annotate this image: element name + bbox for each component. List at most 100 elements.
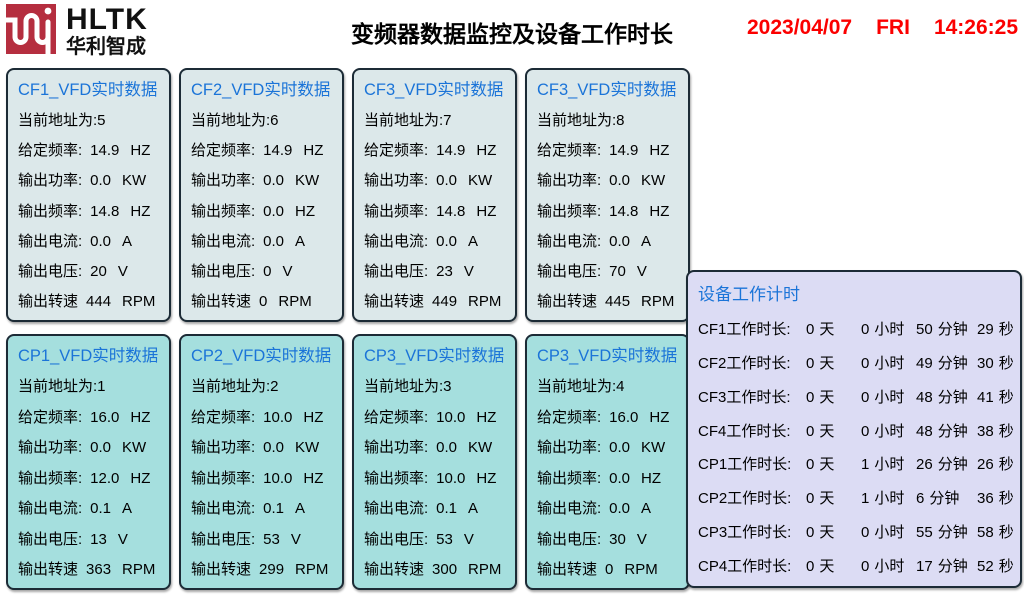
row-unit: RPM [295,561,328,578]
row-unit: A [468,233,478,250]
timer-seconds: 36秒 [977,487,1016,508]
row-label: 输出电流: [364,497,428,518]
data-row: 输出转速299RPM [191,558,333,579]
row-value: 300 [432,561,457,578]
timer-row-cp1: CP1工作时长: 0天 1小时 26分钟 26秒 [698,453,1016,474]
row-label: 输出转速 [364,290,424,311]
row-label: 输出转速 [364,558,424,579]
row-label: 输出频率: [537,467,601,488]
timer-minutes: 6分钟 [916,487,977,508]
row-value: 0.0 [90,233,111,250]
data-row: 输出频率:14.8HZ [537,200,679,221]
row-label: 输出转速 [191,558,251,579]
timer-row-cf4: CF4工作时长: 0天 0小时 48分钟 38秒 [698,420,1016,441]
data-row: 输出功率:0.0KW [191,436,333,457]
row-unit: RPM [641,293,674,310]
row-label: 给定频率: [537,139,601,160]
address-line: 当前地址为:3 [364,375,506,396]
data-row: 输出转速0RPM [191,290,333,311]
row-value: 0.0 [609,439,630,456]
row-label: 输出频率: [537,200,601,221]
vfd-panel-cf3: CF3_VFD实时数据 当前地址为:7 给定频率:14.9HZ 输出功率:0.0… [352,68,517,322]
row-label: 输出电流: [537,230,601,251]
row-label: 输出转速 [18,290,78,311]
row-value: 14.9 [436,142,465,159]
timer-hours: 1小时 [861,453,916,474]
row-value: 0.0 [609,500,630,517]
row-unit: HZ [295,203,315,220]
row-unit: KW [468,439,492,456]
row-label: 输出功率: [18,169,82,190]
row-value: 14.9 [90,142,119,159]
row-unit: RPM [624,561,657,578]
row-label: 输出转速 [191,290,251,311]
row-value: 363 [86,561,111,578]
data-row: 输出频率:14.8HZ [364,200,506,221]
row-label: 输出电压: [537,260,601,281]
panel-title: CP3_VFD实时数据 [537,342,679,366]
row-unit: V [283,263,293,280]
timer-hours: 0小时 [861,555,916,576]
panel-title: CP3_VFD实时数据 [364,342,506,366]
data-row: 给定频率:14.9HZ [191,139,333,160]
row-label: 输出电压: [364,260,428,281]
data-row: 输出功率:0.0KW [537,169,679,190]
row-label: 输出电压: [191,528,255,549]
address-line: 当前地址为:1 [18,375,160,396]
row-value: 445 [605,293,630,310]
row-value: 0.0 [609,172,630,189]
row-label: 输出转速 [537,558,597,579]
row-unit: HZ [641,470,661,487]
data-row: 输出功率:0.0KW [364,436,506,457]
row-unit: V [291,531,301,548]
row-value: 0.0 [609,233,630,250]
data-row: 输出频率:12.0HZ [18,467,160,488]
time-value: 14:26:25 [934,16,1018,40]
row-unit: HZ [649,203,669,220]
address-line: 当前地址为:5 [18,109,160,130]
row-unit: HZ [303,142,323,159]
timer-label: CP4工作时长: [698,555,806,576]
row-label: 输出频率: [18,467,82,488]
panel-title: CF3_VFD实时数据 [537,76,679,100]
timer-days: 0天 [806,453,861,474]
row-unit: HZ [130,470,150,487]
data-row: 输出电流:0.0A [191,230,333,251]
row-value: 0 [259,293,267,310]
timer-row-cf1: CF1工作时长: 0天 0小时 50分钟 29秒 [698,318,1016,339]
row-label: 输出电压: [364,528,428,549]
row-unit: HZ [130,409,150,426]
row-unit: V [118,263,128,280]
row-value: 0.0 [90,439,111,456]
data-row: 输出电流:0.1A [364,497,506,518]
row-value: 53 [436,531,453,548]
row-unit: RPM [122,293,155,310]
timer-row-cp3: CP3工作时长: 0天 0小时 55分钟 58秒 [698,521,1016,542]
data-row: 输出电流:0.1A [191,497,333,518]
timer-row-cf3: CF3工作时长: 0天 0小时 48分钟 41秒 [698,386,1016,407]
row-label: 给定频率: [18,139,82,160]
data-row: 输出转速0RPM [537,558,679,579]
timer-hours: 0小时 [861,420,916,441]
row-label: 输出功率: [364,169,428,190]
data-row: 输出电压:53V [191,528,333,549]
data-row: 输出转速444RPM [18,290,160,311]
timer-hours: 0小时 [861,352,916,373]
panel-title: CP1_VFD实时数据 [18,342,160,366]
row-label: 给定频率: [18,406,82,427]
timer-days: 0天 [806,555,861,576]
timer-minutes: 17分钟 [916,555,977,576]
row-unit: RPM [468,293,501,310]
data-row: 输出电流:0.0A [537,497,679,518]
data-row: 输出转速363RPM [18,558,160,579]
row-unit: HZ [649,142,669,159]
row-value: 13 [90,531,107,548]
row-value: 0.1 [90,500,111,517]
row-label: 输出电压: [191,260,255,281]
row-label: 输出转速 [537,290,597,311]
row-value: 0.0 [436,439,457,456]
row-value: 14.8 [90,203,119,220]
date-value: 2023/04/07 [747,16,852,40]
row-label: 给定频率: [364,406,428,427]
timer-label: CP1工作时长: [698,453,806,474]
